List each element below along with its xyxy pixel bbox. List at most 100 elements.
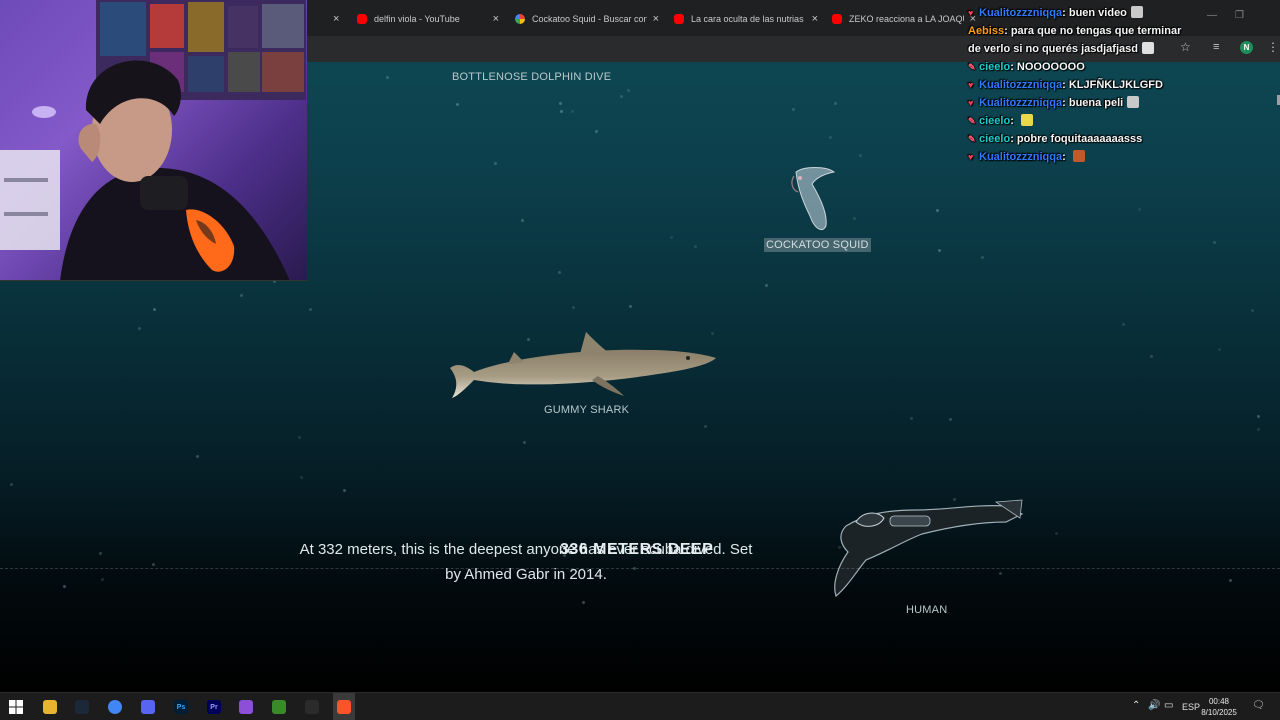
browser-tab[interactable]: ZEKO reacciona a LA JOAQUI | A × xyxy=(824,6,976,32)
gummy-shark-image xyxy=(450,332,716,398)
media-control-icon[interactable]: ≡ xyxy=(1213,41,1219,53)
chat-message: de verlo si no querés jasdjafjasd xyxy=(968,40,1208,58)
steam-taskbar-button[interactable] xyxy=(72,697,92,717)
chat-message: ♥ Kualitozzzniqqa: buena peli xyxy=(968,94,1208,112)
chat-separator: : xyxy=(1062,97,1069,109)
chat-text: buena peli xyxy=(1068,97,1124,109)
tab-title: delfin viola - YouTube xyxy=(374,14,460,24)
stream-chat-overlay: ♥ Kualitozzzniqqa: buen video Aebiss: para… xyxy=(968,4,1208,166)
pencil-badge-icon: ✎ xyxy=(968,62,976,72)
particle xyxy=(343,489,346,492)
particle xyxy=(981,256,984,259)
particle xyxy=(629,305,632,308)
chat-username[interactable]: cieelo xyxy=(979,133,1010,145)
particle xyxy=(559,102,562,105)
minimize-icon[interactable]: — xyxy=(1207,10,1217,21)
particle xyxy=(523,441,526,444)
profile-avatar[interactable]: N xyxy=(1240,41,1253,54)
particle xyxy=(620,95,623,98)
photoshop-icon: Ps xyxy=(174,700,188,714)
tab-close-icon[interactable]: × xyxy=(333,13,339,25)
obs-taskbar-button[interactable] xyxy=(302,697,322,717)
particle xyxy=(938,249,941,252)
tray-chevron-icon[interactable]: ⌃ xyxy=(1132,700,1140,711)
particle xyxy=(138,327,141,330)
chat-username[interactable]: Aebiss xyxy=(968,25,1004,37)
webcam-overlay xyxy=(0,0,307,281)
steam-icon xyxy=(75,700,89,714)
chat-username[interactable]: Kualitozzzniqqa xyxy=(979,97,1062,109)
particle xyxy=(10,483,13,486)
particle xyxy=(704,425,707,428)
tab-close-icon[interactable]: × xyxy=(493,13,499,25)
network-icon[interactable]: ▭ xyxy=(1164,700,1173,711)
menu-dots-icon[interactable]: ⋮ xyxy=(1267,40,1279,54)
browser-tab[interactable]: La cara oculta de las nutrias y la × xyxy=(666,6,818,32)
particle xyxy=(298,436,301,439)
particle xyxy=(859,154,862,157)
chrome-taskbar-button[interactable] xyxy=(105,697,125,717)
brave-taskbar-button[interactable] xyxy=(334,697,354,717)
start-button[interactable] xyxy=(6,697,26,717)
photoshop-taskbar-button[interactable]: Ps xyxy=(171,697,191,717)
system-clock[interactable]: 00:48 8/10/2025 xyxy=(1198,696,1240,718)
chat-username[interactable]: Kualitozzzniqqa xyxy=(979,151,1062,163)
particle xyxy=(560,110,563,113)
file-explorer-icon xyxy=(43,700,57,714)
box-emote-icon xyxy=(1141,42,1154,54)
chat-message: ♥ Kualitozzzniqqa: buen video xyxy=(968,4,1208,22)
chat-username[interactable]: cieelo xyxy=(979,61,1010,73)
browser-tab[interactable]: × xyxy=(307,6,347,32)
particle xyxy=(949,418,952,421)
chrome-icon xyxy=(108,700,122,714)
particle xyxy=(792,108,795,111)
heart-badge-icon: ♥ xyxy=(968,152,974,162)
brave-icon xyxy=(337,700,351,714)
premiere-taskbar-button[interactable]: Pr xyxy=(204,697,224,717)
google-icon xyxy=(515,14,525,24)
particle xyxy=(309,308,312,311)
depth-readout: 336 METERS DEEP xyxy=(560,541,714,558)
particle xyxy=(521,219,524,222)
particle xyxy=(153,308,156,311)
tab-title: La cara oculta de las nutrias y la xyxy=(691,14,806,24)
notification-icon[interactable]: 🗨 xyxy=(1252,700,1265,711)
particle xyxy=(1213,241,1216,244)
tab-close-icon[interactable]: × xyxy=(812,13,818,25)
chat-username[interactable]: Kualitozzzniqqa xyxy=(979,79,1062,91)
cat-emote-icon xyxy=(1072,150,1085,162)
particle xyxy=(936,209,939,212)
particle xyxy=(1150,355,1153,358)
podcast-taskbar-button[interactable] xyxy=(236,697,256,717)
tab-close-icon[interactable]: × xyxy=(653,13,659,25)
chat-text: pobre foquitaaaaaaasss xyxy=(1016,133,1143,145)
particle xyxy=(1257,415,1260,418)
chat-message: ♥ Kualitozzzniqqa: KLJFÑKLJKLGFD xyxy=(968,76,1208,94)
youtube-icon xyxy=(832,14,842,24)
particle xyxy=(99,552,102,555)
volume-icon[interactable]: 🔊 xyxy=(1148,700,1160,711)
chat-message: ♥ Kualitozzzniqqa: xyxy=(968,148,1208,166)
chat-separator: : xyxy=(1010,115,1017,127)
bunny-emote-icon xyxy=(1130,6,1143,18)
chat-username[interactable]: Kualitozzzniqqa xyxy=(979,7,1062,19)
chat-separator: : xyxy=(1062,79,1069,91)
discord-taskbar-button[interactable] xyxy=(138,697,158,717)
pencil-badge-icon: ✎ xyxy=(968,116,976,126)
maximize-icon[interactable]: ❐ xyxy=(1235,10,1244,21)
browser-tab[interactable]: delfin viola - YouTube × xyxy=(349,6,499,32)
chat-message: Aebiss: para que no tengas que terminar xyxy=(968,22,1208,40)
particle xyxy=(694,245,697,248)
bunny-emote-icon xyxy=(1127,96,1140,108)
file-explorer-taskbar-button[interactable] xyxy=(40,697,60,717)
minecraft-taskbar-button[interactable] xyxy=(269,697,289,717)
browser-tab[interactable]: Cockatoo Squid - Buscar con Google × xyxy=(507,6,659,32)
particle xyxy=(627,89,630,92)
particle xyxy=(910,417,913,420)
heart-badge-icon: ♥ xyxy=(968,98,974,108)
chat-message: ✎ cieelo: pobre foquitaaaaaaasss xyxy=(968,130,1208,148)
chat-username[interactable]: cieelo xyxy=(979,115,1010,127)
particle xyxy=(1257,428,1260,431)
clock-date: 8/10/2025 xyxy=(1201,708,1237,717)
human-label: HUMAN xyxy=(906,604,948,616)
